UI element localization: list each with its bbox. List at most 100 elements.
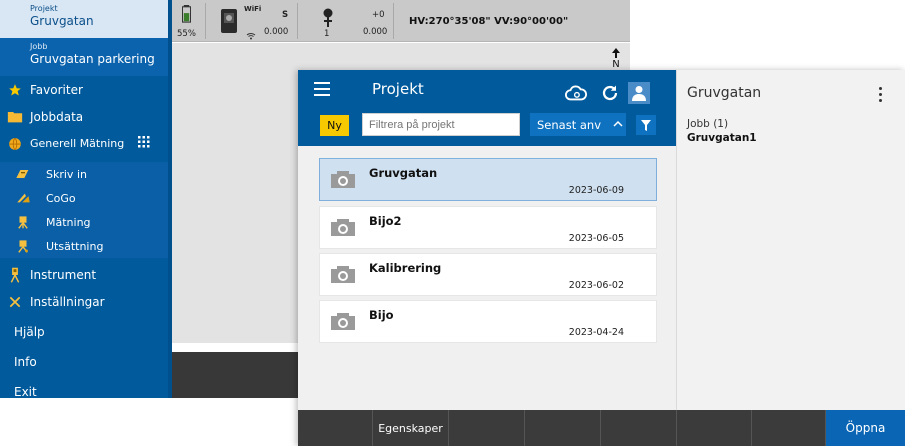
project-name: Kalibrering	[369, 261, 442, 275]
sidebar-item-generell-matning[interactable]: Generell Mätning	[0, 130, 172, 157]
measure-icon	[0, 215, 46, 229]
chevron-up-icon	[613, 119, 623, 130]
refresh-icon[interactable]	[599, 82, 621, 104]
sidebar-job-header[interactable]: Jobb Gruvgatan parkering	[0, 38, 172, 76]
sort-dropdown[interactable]: Senast anv	[530, 113, 626, 136]
filter-input[interactable]	[362, 113, 520, 136]
dialog-footer: Egenskaper Öppna	[298, 410, 905, 446]
total-station-icon	[220, 8, 238, 38]
sidebar-item-label: Skriv in	[46, 167, 87, 181]
sidebar-item-label: Hjälp	[14, 324, 45, 339]
target-height: +0	[372, 10, 385, 20]
north-arrow-icon	[612, 48, 620, 58]
project-row[interactable]: Kalibrering 2023-06-02	[319, 253, 657, 296]
sidebar-item-exit[interactable]: Exit	[0, 378, 172, 399]
grid-dots-icon[interactable]	[138, 136, 150, 151]
battery-percent: 55%	[177, 29, 196, 39]
sidebar-menu: Projekt Gruvgatan Jobb Gruvgatan parkeri…	[0, 0, 172, 398]
sidebar-item-instrument[interactable]: Instrument	[0, 261, 172, 288]
job-name: Gruvgatan parkering	[30, 52, 155, 66]
properties-button[interactable]: Egenskaper	[373, 410, 449, 446]
footer-empty-slot	[601, 410, 677, 446]
footer-empty-slot	[449, 410, 525, 446]
star-icon	[0, 83, 30, 97]
sidebar-item-matning[interactable]: Mätning	[0, 210, 172, 234]
project-row[interactable]: Bijo 2023-04-24	[319, 300, 657, 343]
dialog-title: Projekt	[372, 80, 424, 98]
sidebar-item-info[interactable]: Info	[0, 348, 172, 375]
wifi-label: WiFi	[244, 5, 262, 13]
sidebar-item-label: Instrument	[30, 267, 97, 282]
cogo-icon	[0, 192, 46, 204]
sidebar-item-cogo[interactable]: CoGo	[0, 186, 172, 210]
target-value: 0.000	[363, 27, 388, 37]
north-arrow: N	[612, 48, 620, 70]
wifi-icon	[246, 25, 256, 44]
stakeout-icon	[0, 239, 46, 253]
project-name: Gruvgatan	[369, 166, 438, 180]
footer-empty-slot	[525, 410, 601, 446]
sidebar-item-utsattning[interactable]: Utsättning	[0, 234, 172, 258]
sidebar-item-label: Favoriter	[30, 82, 83, 97]
keyboard-icon	[0, 168, 46, 180]
project-date: 2023-06-05	[568, 233, 624, 244]
sidebar-item-label: Info	[14, 354, 37, 369]
project-date: 2023-06-09	[568, 185, 624, 196]
battery-icon	[181, 5, 192, 27]
camera-icon	[330, 266, 356, 288]
footer-empty-slot	[752, 410, 826, 446]
status-bar: 55% WiFi S 0.000 1 +0 0.000 HV:270°35'08…	[172, 0, 630, 42]
battery-status[interactable]: 55%	[172, 3, 206, 39]
project-name: Bijo	[369, 308, 394, 322]
details-job-count: Jobb (1)	[687, 118, 729, 130]
sort-label: Senast anv	[537, 117, 602, 132]
project-list: Gruvgatan 2023-06-09 Bijo2 2023-06-05 Ka…	[298, 146, 676, 410]
camera-icon	[330, 171, 356, 193]
sidebar-item-label: Generell Mätning	[30, 137, 125, 150]
sidebar-item-installningar[interactable]: Inställningar	[0, 288, 172, 315]
project-date: 2023-06-02	[568, 280, 624, 291]
camera-icon	[330, 219, 356, 241]
target-status[interactable]: 1 +0 0.000	[300, 3, 394, 39]
sidebar-item-jobbdata[interactable]: Jobbdata	[0, 103, 172, 130]
project-row[interactable]: Gruvgatan 2023-06-09	[319, 158, 657, 201]
dialog-header: Projekt Ny Senast anv	[298, 70, 676, 146]
cloud-settings-icon[interactable]	[565, 82, 587, 104]
angle-readout: HV:270°35'08" VV:90°00'00"	[409, 16, 569, 27]
sidebar-item-label: Mätning	[46, 215, 91, 229]
instrument-status[interactable]: WiFi S 0.000	[208, 3, 298, 40]
sidebar-item-label: Inställningar	[30, 294, 105, 309]
sidebar-item-hjalp[interactable]: Hjälp	[0, 318, 172, 345]
footer-empty-slot	[298, 410, 373, 446]
projekt-dialog: Projekt Ny Senast anv	[298, 70, 905, 446]
camera-icon	[330, 313, 356, 335]
sidebar-item-skriv-in[interactable]: Skriv in	[0, 162, 172, 186]
sidebar-item-label: Jobbdata	[30, 109, 84, 124]
folder-icon	[0, 110, 30, 123]
details-job-name[interactable]: Gruvgatan1	[687, 132, 757, 144]
project-caption: Projekt	[30, 4, 58, 13]
app-root: Projekt Gruvgatan Jobb Gruvgatan parkeri…	[0, 0, 905, 446]
footer-empty-slot	[677, 410, 752, 446]
project-row[interactable]: Bijo2 2023-06-05	[319, 206, 657, 249]
instrument-value: 0.000	[264, 27, 289, 37]
instrument-s: S	[282, 10, 289, 20]
project-name: Bijo2	[369, 214, 402, 228]
globe-icon	[0, 137, 30, 151]
user-icon[interactable]	[628, 82, 650, 104]
new-project-button[interactable]: Ny	[320, 115, 349, 136]
sidebar-project-header[interactable]: Projekt Gruvgatan	[0, 0, 172, 38]
north-label: N	[612, 59, 620, 70]
hamburger-menu-icon[interactable]	[314, 82, 330, 96]
sidebar-item-label: Exit	[14, 384, 37, 399]
project-details-panel: Gruvgatan Jobb (1) Gruvgatan1	[676, 70, 905, 410]
instrument-icon	[0, 267, 30, 283]
open-button[interactable]: Öppna	[826, 410, 905, 446]
filter-funnel-icon[interactable]	[636, 115, 656, 135]
tools-icon	[0, 295, 30, 309]
target-index: 1	[324, 29, 330, 39]
project-name: Gruvgatan	[30, 14, 94, 28]
sidebar-item-label: CoGo	[46, 191, 76, 205]
more-options-icon[interactable]	[879, 87, 883, 105]
sidebar-item-favoriter[interactable]: Favoriter	[0, 76, 172, 103]
